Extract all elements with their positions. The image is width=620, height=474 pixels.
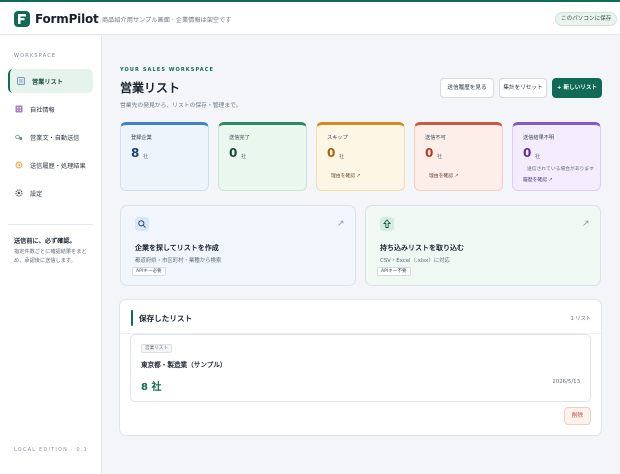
history-icon (15, 161, 23, 169)
action-description: 都道府県・市区町村・業種から検索 (135, 258, 222, 264)
upload-icon (380, 217, 394, 231)
api-required-chip: APIキー必要 (132, 267, 166, 276)
stat-value: 0 (425, 146, 434, 160)
skip-reason-link[interactable]: 理由を確認 ↗ (331, 172, 361, 179)
stat-card-skipped: スキップ 0 社 理由を確認 ↗ (316, 122, 405, 191)
stat-unit: 社 (143, 154, 149, 160)
gear-icon (15, 189, 23, 197)
action-description: CSV・Excel（.xlsx）に対応 (380, 258, 450, 264)
stat-label: 送信不可 (425, 135, 446, 141)
list-company-count: 8 社 (141, 382, 162, 393)
stat-value: 0 (229, 146, 238, 160)
header-description: 商品紹介用サンプル画面 · 企業情報は架空です (102, 17, 232, 24)
new-list-button[interactable]: + 新しいリスト (552, 78, 602, 98)
stat-card-unsendable: 送信不可 0 社 理由を確認 ↗ (414, 122, 503, 191)
arrow-up-right-icon: ↗ (337, 219, 345, 229)
action-card-import-list[interactable]: ↗ 持ち込みリストを取り込む CSV・Excel（.xlsx）に対応 APIキー… (365, 205, 601, 286)
stat-card-sent: 送信完了 0 社 (218, 122, 307, 191)
action-title: 持ち込みリストを取り込む (380, 244, 464, 252)
sidebar-item-sales-list[interactable]: 営業リスト (8, 69, 93, 93)
main-content: YOUR SALES WORKSPACE 営業リスト 営業先の発見から、リストの… (103, 36, 620, 474)
view-history-button[interactable]: 送信履歴を見る (440, 78, 494, 98)
api-not-required-chip: APIキー不要 (377, 267, 411, 276)
workspace-kicker: YOUR SALES WORKSPACE (120, 67, 215, 73)
stat-label: 登録企業 (131, 135, 152, 141)
stat-unit: 社 (535, 154, 541, 160)
building-icon (15, 105, 23, 113)
sidebar-item-label: 自社情報 (30, 107, 55, 114)
delete-list-button[interactable]: 削除 (563, 407, 591, 425)
saved-lists-title: 保存したリスト (139, 314, 193, 323)
list-icon (17, 77, 25, 85)
page-title: 営業リスト (120, 81, 181, 95)
edition-label: LOCAL EDITION · 0.1 (14, 447, 89, 453)
stat-value: 0 (327, 146, 336, 160)
stat-card-registered: 登録企業 8 社 (120, 122, 209, 191)
sidebar-item-auto-send[interactable]: 営業文・自動送信 (8, 125, 93, 149)
stat-label: 送信完了 (229, 135, 250, 141)
sidebar-item-company-info[interactable]: 自社情報 (8, 97, 93, 121)
stat-unit: 社 (339, 154, 345, 160)
sidebar-item-label: 送信履歴・処理結果 (30, 163, 86, 170)
stat-card-unknown: 送信結果不明 0 社 送信されている場合があります 履歴を確認 ↗ (512, 122, 601, 191)
unknown-history-link[interactable]: 履歴を確認 ↗ (523, 176, 553, 183)
section-accent-bar (131, 310, 133, 326)
reset-stats-button[interactable]: 集計をリセット (499, 78, 547, 98)
stat-unit: 社 (241, 154, 247, 160)
page-subtitle: 営業先の発見から、リストの保存・管理まで。 (120, 103, 242, 109)
stat-label: スキップ (327, 135, 348, 141)
saved-lists-count: 1 リスト (570, 316, 591, 322)
sidebar-divider (8, 224, 93, 225)
app-name: FormPilot (35, 12, 99, 26)
sidebar-item-label: 営業リスト (32, 79, 63, 86)
sidebar-item-label: 設定 (30, 191, 43, 198)
action-card-search-companies[interactable]: ↗ 企業を探してリストを作成 都道府県・市区町村・業種から検索 APIキー必要 (120, 205, 356, 286)
send-icon (15, 134, 23, 140)
stat-label: 送信結果不明 (523, 135, 555, 141)
app-header: FormPilot 商品紹介用サンプル画面 · 企業情報は架空です このパソコン… (0, 2, 620, 35)
save-local-button[interactable]: このパソコンに保存 (555, 12, 618, 26)
stat-value: 8 (131, 146, 140, 160)
sidebar-item-label: 営業文・自動送信 (30, 135, 80, 142)
stat-value: 0 (523, 146, 532, 160)
sidebar-item-send-history[interactable]: 送信履歴・処理結果 (8, 153, 93, 177)
list-name: 東京都・製造業（サンプル） (141, 361, 227, 369)
unsendable-reason-link[interactable]: 理由を確認 ↗ (429, 172, 459, 179)
sidebar-note-title: 送信前に、必ず確認。 (14, 238, 76, 245)
search-icon (135, 217, 149, 231)
stat-sub-note: 送信されている場合があります (527, 167, 595, 172)
list-type-tag: 営業リスト (141, 344, 172, 353)
sidebar-item-settings[interactable]: 設定 (8, 181, 93, 205)
app-logo-icon (14, 11, 30, 27)
arrow-up-right-icon: ↗ (582, 219, 590, 229)
action-title: 企業を探してリストを作成 (135, 244, 219, 252)
stat-unit: 社 (437, 154, 443, 160)
saved-list-card[interactable]: 営業リスト 東京都・製造業（サンプル） 8 社 2026/5/13 (130, 334, 591, 402)
saved-lists-panel: 保存したリスト 1 リスト 営業リスト 東京都・製造業（サンプル） 8 社 20… (119, 299, 602, 436)
sidebar-note-body: 指定件数ごとに確認結果をまとめ、承認後に送信します。 (14, 249, 87, 264)
sidebar: WORKSPACE 営業リスト 自社情報 営業文・自動送信 送信履歴・処理結果 … (0, 36, 102, 474)
list-date: 2026/5/13 (552, 379, 580, 385)
workspace-label: WORKSPACE (14, 53, 57, 59)
